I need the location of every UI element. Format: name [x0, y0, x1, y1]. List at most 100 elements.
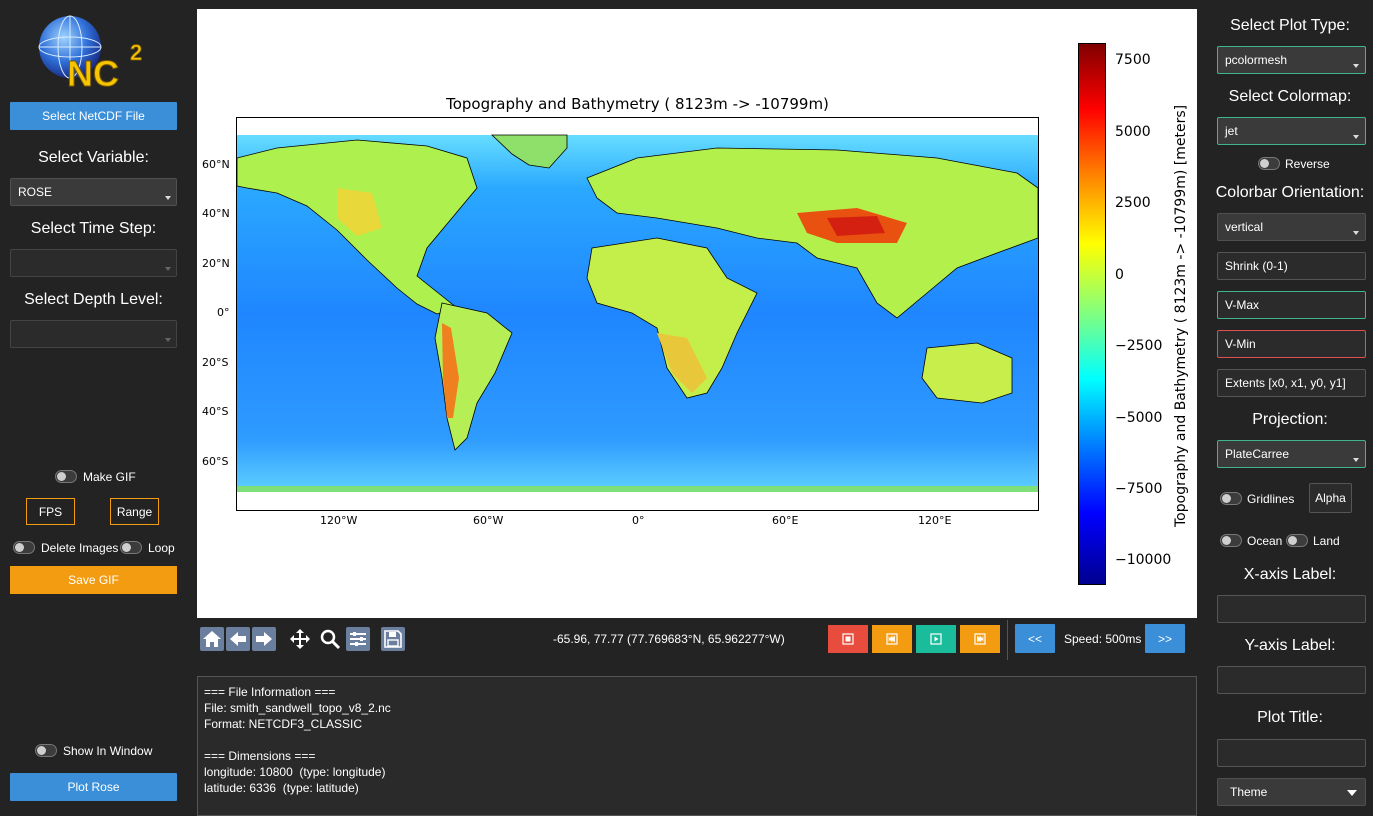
plot-type-value: pcolormesh: [1225, 53, 1288, 67]
colormap-value: jet: [1225, 124, 1238, 138]
fast-forward-button[interactable]: [960, 625, 1000, 653]
select-depth-level-label: Select Depth Level:: [24, 291, 163, 308]
lat-tick: 40°N: [202, 207, 230, 220]
delete-images-label: Delete Images: [41, 541, 119, 555]
plot-type-select[interactable]: pcolormesh: [1217, 46, 1366, 74]
colorbar-tick: 0: [1115, 267, 1124, 283]
land-label: Land: [1313, 534, 1340, 548]
lon-tick: 120°W: [320, 514, 358, 527]
stop-icon: [842, 633, 854, 645]
show-in-window-toggle[interactable]: [35, 744, 57, 757]
forward-arrow-icon[interactable]: [252, 627, 276, 651]
map-axes[interactable]: [236, 117, 1039, 511]
select-time-step-label: Select Time Step:: [30, 220, 157, 237]
faster-button[interactable]: >>: [1145, 624, 1185, 653]
chevron-down-icon: [165, 196, 171, 200]
colorbar-tick: 2500: [1115, 195, 1151, 211]
plot-button[interactable]: Plot Rose: [10, 773, 177, 801]
plot-canvas[interactable]: Topography and Bathymetry ( 8123m -> -10…: [197, 9, 1197, 618]
shrink-input[interactable]: Shrink (0-1): [1217, 252, 1366, 280]
projection-select[interactable]: PlateCarree: [1217, 440, 1366, 468]
lon-tick: 60°E: [772, 514, 799, 527]
rewind-icon: [886, 633, 898, 645]
reverse-label: Reverse: [1285, 157, 1330, 171]
land-toggle[interactable]: [1286, 534, 1308, 547]
lat-tick: 0°: [217, 306, 230, 319]
back-arrow-icon[interactable]: [226, 627, 250, 651]
variable-select[interactable]: ROSE: [10, 178, 177, 206]
projection-value: PlateCarree: [1225, 447, 1290, 461]
lon-tick: 120°E: [918, 514, 952, 527]
lat-tick: 60°N: [202, 158, 230, 171]
depth-level-select[interactable]: [10, 320, 177, 348]
save-figure-icon[interactable]: [381, 627, 405, 651]
colorbar-tick: −7500: [1115, 481, 1163, 497]
yaxis-label-input[interactable]: [1217, 666, 1366, 694]
zoom-magnifier-icon[interactable]: [318, 627, 342, 651]
vmax-input[interactable]: V-Max: [1217, 291, 1366, 319]
variable-select-value: ROSE: [18, 185, 53, 199]
home-icon[interactable]: [200, 627, 224, 651]
colorbar-orientation-select[interactable]: vertical: [1217, 213, 1366, 241]
alpha-input[interactable]: Alpha: [1309, 483, 1352, 513]
chevron-down-icon: [1353, 135, 1359, 139]
theme-value: Theme: [1230, 785, 1268, 799]
slower-button[interactable]: <<: [1015, 624, 1055, 653]
xaxis-label-input[interactable]: [1217, 595, 1366, 623]
ocean-toggle[interactable]: [1220, 534, 1242, 547]
lat-tick: 20°S: [202, 356, 229, 369]
colormap-label: Select Colormap:: [1228, 88, 1352, 105]
yaxis-label-title: Y-axis Label:: [1244, 637, 1336, 654]
rewind-button[interactable]: [872, 625, 912, 653]
topography-map: [237, 118, 1038, 510]
svg-text:2: 2: [130, 40, 142, 65]
lat-tick: 40°S: [202, 405, 229, 418]
play-icon: [930, 633, 942, 645]
file-info-panel[interactable]: === File Information === File: smith_san…: [197, 676, 1197, 816]
nc2-logo: NC 2: [38, 15, 143, 92]
orientation-value: vertical: [1225, 220, 1264, 234]
play-button[interactable]: [916, 625, 956, 653]
colorbar-tick: −5000: [1115, 410, 1163, 426]
loop-label: Loop: [148, 541, 175, 555]
lat-tick: 20°N: [202, 257, 230, 270]
colormap-select[interactable]: jet: [1217, 117, 1366, 145]
gridlines-label: Gridlines: [1247, 492, 1295, 506]
chevron-down-icon: [1353, 231, 1359, 235]
pan-move-icon[interactable]: [288, 627, 312, 651]
colorbar-tick: −10000: [1115, 552, 1172, 568]
chevron-down-icon: [1347, 790, 1357, 796]
left-sidebar: NC 2 Select NetCDF File Select Variable:…: [0, 0, 187, 816]
chevron-down-icon: [165, 338, 171, 342]
delete-images-toggle[interactable]: [13, 541, 35, 554]
extents-input[interactable]: Extents [x0, x1, y0, y1]: [1217, 369, 1366, 397]
colorbar: [1078, 43, 1106, 585]
loop-toggle[interactable]: [120, 541, 142, 554]
ocean-label: Ocean: [1247, 534, 1283, 548]
speed-label: Speed: 500ms: [1064, 632, 1142, 646]
plot-title-label: Plot Title:: [1257, 709, 1323, 726]
fps-input[interactable]: FPS: [26, 498, 75, 525]
xaxis-label-title: X-axis Label:: [1243, 566, 1337, 583]
lon-tick: 0°: [632, 514, 645, 527]
range-input[interactable]: Range: [110, 498, 159, 525]
plot-title-input[interactable]: [1217, 739, 1366, 767]
time-step-select[interactable]: [10, 249, 177, 277]
make-gif-label: Make GIF: [83, 470, 136, 484]
stop-button[interactable]: [828, 625, 868, 653]
colorbar-tick: 7500: [1115, 52, 1151, 68]
plot-type-label: Select Plot Type:: [1230, 17, 1350, 34]
gridlines-toggle[interactable]: [1220, 492, 1242, 505]
toolbar-divider: [1007, 620, 1008, 660]
colorbar-label: Topography and Bathymetry ( 8123m -> -10…: [1173, 104, 1189, 527]
vmin-input[interactable]: V-Min: [1217, 330, 1366, 358]
save-gif-button[interactable]: Save GIF: [10, 566, 177, 594]
reverse-toggle[interactable]: [1258, 157, 1280, 170]
select-netcdf-file-button[interactable]: Select NetCDF File: [10, 102, 177, 130]
chevron-down-icon: [1353, 458, 1359, 462]
plot-title: Topography and Bathymetry ( 8123m -> -10…: [446, 95, 829, 113]
svg-text:NC: NC: [67, 53, 119, 92]
configure-subplots-icon[interactable]: [346, 627, 370, 651]
theme-select[interactable]: Theme: [1217, 778, 1366, 806]
make-gif-toggle[interactable]: [55, 470, 77, 483]
